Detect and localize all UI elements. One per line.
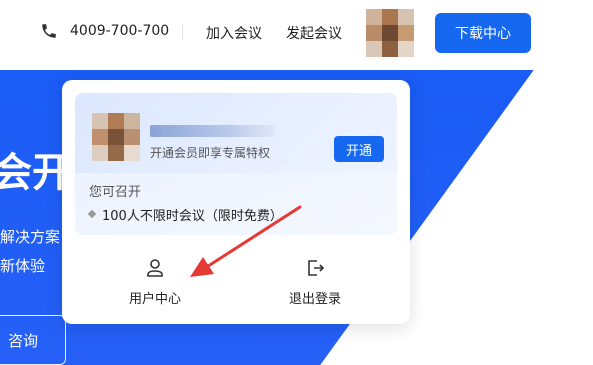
hero-subtitle-line-2: 新体验 — [0, 257, 46, 275]
join-meeting-link[interactable]: 加入会议 — [206, 23, 262, 43]
user-center-button[interactable]: 用户中心 — [100, 258, 210, 314]
user-avatar[interactable] — [366, 9, 414, 57]
download-center-button[interactable]: 下载中心 — [435, 13, 531, 53]
start-meeting-link[interactable]: 发起会议 — [286, 23, 342, 43]
membership-card: 开通会员即享专属特权 开通 您可召开 100人不限时会议（限时免费） — [75, 93, 397, 235]
user-menu-popover: 开通会员即享专属特权 开通 您可召开 100人不限时会议（限时免费） 用户中心 … — [62, 80, 410, 324]
divider — [182, 24, 183, 40]
open-membership-label: 开通 — [345, 143, 372, 159]
logout-button[interactable]: 退出登录 — [260, 258, 370, 314]
bullet-icon — [87, 209, 97, 219]
hero-subtitle-line-1: 解决方案 — [0, 228, 61, 246]
avatar — [92, 113, 140, 161]
logout-icon — [308, 260, 325, 276]
can-host-label: 您可召开 — [89, 185, 142, 200]
user-icon — [147, 259, 163, 277]
perk-text: 100人不限时会议（限时免费） — [102, 209, 283, 224]
logout-label: 退出登录 — [288, 292, 341, 307]
hero-consult-button[interactable]: 咨询 — [0, 315, 66, 365]
user-center-label: 用户中心 — [128, 292, 181, 307]
top-header: 4009-700-700 加入会议 发起会议 下载中心 — [0, 0, 593, 70]
membership-tip: 开通会员即享专属特权 — [150, 146, 271, 160]
username-redacted — [150, 125, 275, 137]
phone-icon — [42, 24, 56, 38]
download-center-label: 下载中心 — [455, 26, 511, 42]
hero-consult-label: 咨询 — [7, 331, 38, 350]
open-membership-button[interactable]: 开通 — [334, 136, 384, 162]
phone-number: 4009-700-700 — [70, 23, 170, 39]
